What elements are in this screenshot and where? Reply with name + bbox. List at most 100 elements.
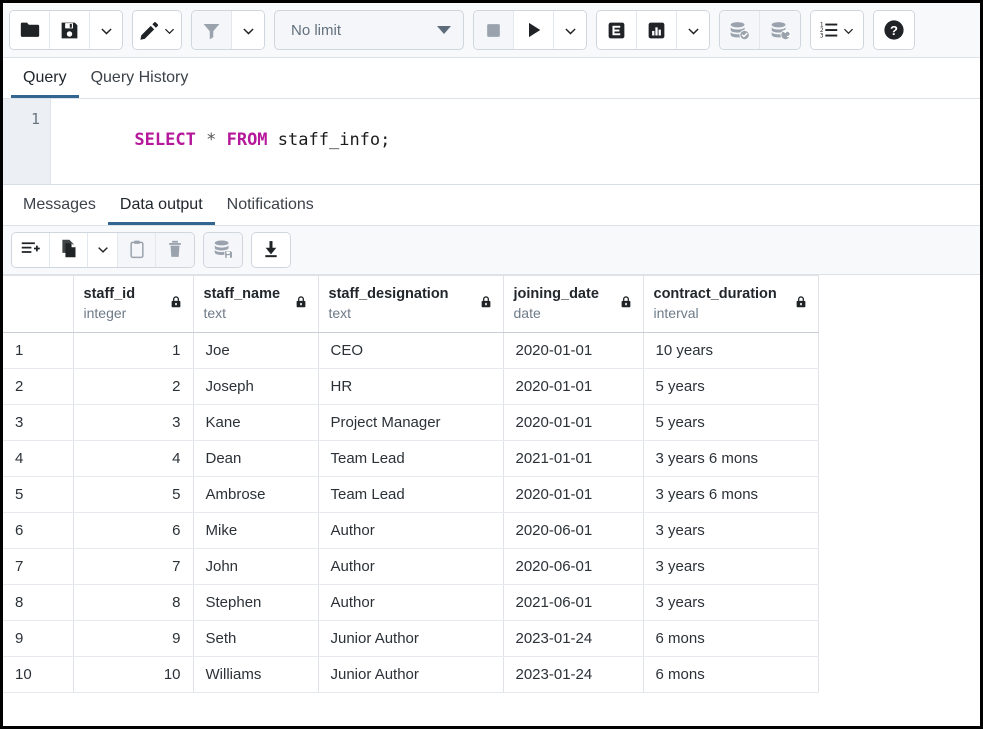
cell-joining_date[interactable]: 2020-06-01 [503, 513, 643, 549]
cell-staff_id[interactable]: 4 [73, 441, 193, 477]
cell-contract_duration[interactable]: 5 years [643, 369, 818, 405]
cell-staff_designation[interactable]: Junior Author [318, 657, 503, 693]
cell-staff_id[interactable]: 7 [73, 549, 193, 585]
cell-staff_designation[interactable]: Author [318, 549, 503, 585]
explain-options-button[interactable] [677, 11, 709, 49]
download-csv-button[interactable] [252, 233, 290, 267]
row-number-cell[interactable]: 3 [3, 405, 73, 441]
cell-contract_duration[interactable]: 3 years 6 mons [643, 441, 818, 477]
cell-contract_duration[interactable]: 3 years [643, 585, 818, 621]
table-row[interactable]: 33KaneProject Manager2020-01-015 years [3, 405, 818, 441]
commit-button[interactable] [720, 11, 760, 49]
cell-contract_duration[interactable]: 3 years [643, 513, 818, 549]
row-limit-select[interactable]: No limit [274, 10, 464, 50]
tab-query-history[interactable]: Query History [79, 70, 201, 98]
cell-staff_id[interactable]: 10 [73, 657, 193, 693]
cell-staff_designation[interactable]: Author [318, 513, 503, 549]
save-data-changes-button[interactable] [204, 233, 242, 267]
stop-button[interactable] [474, 11, 514, 49]
row-number-cell[interactable]: 6 [3, 513, 73, 549]
table-row[interactable]: 66MikeAuthor2020-06-013 years [3, 513, 818, 549]
cell-staff_name[interactable]: John [193, 549, 318, 585]
cell-staff_id[interactable]: 1 [73, 333, 193, 369]
edit-button[interactable] [133, 11, 181, 49]
row-number-cell[interactable]: 8 [3, 585, 73, 621]
cell-staff_designation[interactable]: Project Manager [318, 405, 503, 441]
tab-query[interactable]: Query [11, 70, 79, 98]
cell-staff_id[interactable]: 5 [73, 477, 193, 513]
cell-staff_name[interactable]: Williams [193, 657, 318, 693]
save-options-button[interactable] [90, 11, 122, 49]
macros-button[interactable]: 1 2 3 [811, 11, 863, 49]
table-row[interactable]: 11JoeCEO2020-01-0110 years [3, 333, 818, 369]
add-row-button[interactable] [12, 233, 50, 267]
table-row[interactable]: 77JohnAuthor2020-06-013 years [3, 549, 818, 585]
row-number-cell[interactable]: 5 [3, 477, 73, 513]
cell-joining_date[interactable]: 2020-01-01 [503, 477, 643, 513]
tab-messages[interactable]: Messages [11, 197, 108, 225]
open-file-button[interactable] [10, 11, 50, 49]
cell-joining_date[interactable]: 2020-01-01 [503, 333, 643, 369]
cell-staff_name[interactable]: Kane [193, 405, 318, 441]
cell-staff_id[interactable]: 6 [73, 513, 193, 549]
table-row[interactable]: 22JosephHR2020-01-015 years [3, 369, 818, 405]
column-header-staff_id[interactable]: staff_idinteger [73, 276, 193, 333]
cell-staff_name[interactable]: Stephen [193, 585, 318, 621]
cell-contract_duration[interactable]: 6 mons [643, 621, 818, 657]
cell-contract_duration[interactable]: 3 years 6 mons [643, 477, 818, 513]
table-row[interactable]: 55AmbroseTeam Lead2020-01-013 years 6 mo… [3, 477, 818, 513]
cell-staff_designation[interactable]: Team Lead [318, 441, 503, 477]
row-number-cell[interactable]: 7 [3, 549, 73, 585]
row-number-cell[interactable]: 9 [3, 621, 73, 657]
cell-staff_id[interactable]: 9 [73, 621, 193, 657]
cell-staff_id[interactable]: 2 [73, 369, 193, 405]
execute-button[interactable] [514, 11, 554, 49]
table-row[interactable]: 1010WilliamsJunior Author2023-01-246 mon… [3, 657, 818, 693]
explain-button[interactable] [597, 11, 637, 49]
cell-staff_name[interactable]: Mike [193, 513, 318, 549]
results-grid-container[interactable]: staff_idintegerstaff_nametextstaff_desig… [3, 275, 980, 693]
cell-joining_date[interactable]: 2023-01-24 [503, 657, 643, 693]
row-number-cell[interactable]: 1 [3, 333, 73, 369]
row-number-cell[interactable]: 10 [3, 657, 73, 693]
cell-contract_duration[interactable]: 6 mons [643, 657, 818, 693]
tab-data-output[interactable]: Data output [108, 197, 215, 225]
rollback-button[interactable] [760, 11, 800, 49]
cell-staff_id[interactable]: 3 [73, 405, 193, 441]
cell-joining_date[interactable]: 2021-01-01 [503, 441, 643, 477]
cell-staff_designation[interactable]: HR [318, 369, 503, 405]
cell-staff_name[interactable]: Ambrose [193, 477, 318, 513]
cell-staff_id[interactable]: 8 [73, 585, 193, 621]
paste-button[interactable] [118, 233, 156, 267]
save-file-button[interactable] [50, 11, 90, 49]
cell-staff_designation[interactable]: Team Lead [318, 477, 503, 513]
execute-options-button[interactable] [554, 11, 586, 49]
cell-joining_date[interactable]: 2020-06-01 [503, 549, 643, 585]
cell-joining_date[interactable]: 2023-01-24 [503, 621, 643, 657]
cell-joining_date[interactable]: 2020-01-01 [503, 369, 643, 405]
help-button[interactable]: ? [874, 11, 914, 49]
cell-joining_date[interactable]: 2021-06-01 [503, 585, 643, 621]
cell-staff_designation[interactable]: Junior Author [318, 621, 503, 657]
copy-button[interactable] [50, 233, 88, 267]
cell-contract_duration[interactable]: 3 years [643, 549, 818, 585]
delete-row-button[interactable] [156, 233, 194, 267]
sql-editor[interactable]: 1 SELECT * FROM staff_info; [3, 99, 980, 185]
tab-notifications[interactable]: Notifications [215, 197, 326, 225]
table-row[interactable]: 88StephenAuthor2021-06-013 years [3, 585, 818, 621]
explain-analyze-button[interactable] [637, 11, 677, 49]
cell-staff_designation[interactable]: CEO [318, 333, 503, 369]
sql-code-area[interactable]: SELECT * FROM staff_info; [51, 99, 980, 184]
column-header-staff_designation[interactable]: staff_designationtext [318, 276, 503, 333]
cell-staff_designation[interactable]: Author [318, 585, 503, 621]
row-number-cell[interactable]: 2 [3, 369, 73, 405]
column-header-staff_name[interactable]: staff_nametext [193, 276, 318, 333]
cell-contract_duration[interactable]: 5 years [643, 405, 818, 441]
table-row[interactable]: 44DeanTeam Lead2021-01-013 years 6 mons [3, 441, 818, 477]
cell-staff_name[interactable]: Joseph [193, 369, 318, 405]
cell-staff_name[interactable]: Seth [193, 621, 318, 657]
column-header-contract_duration[interactable]: contract_durationinterval [643, 276, 818, 333]
cell-staff_name[interactable]: Joe [193, 333, 318, 369]
row-number-cell[interactable]: 4 [3, 441, 73, 477]
copy-options-button[interactable] [88, 233, 118, 267]
